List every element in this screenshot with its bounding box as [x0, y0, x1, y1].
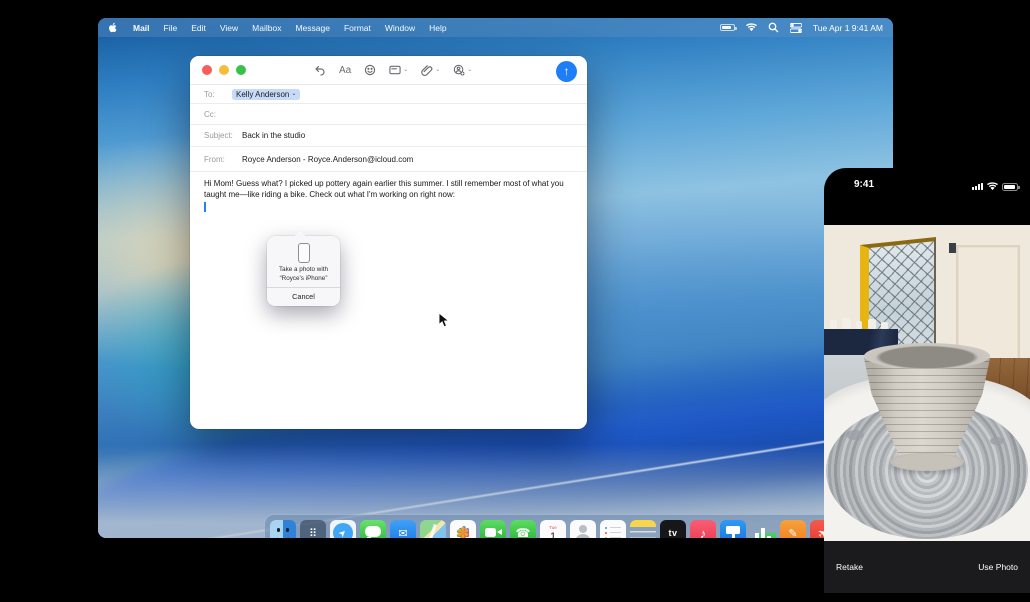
photo-clay-splatter: [846, 430, 864, 440]
popover-text: Take a photo with “Royce’s iPhone”: [267, 266, 340, 283]
dock-icon-launchpad[interactable]: ⠿: [300, 520, 326, 538]
to-field[interactable]: To: Kelly Anderson⌄: [190, 85, 587, 104]
menu-item-message[interactable]: Message: [295, 23, 330, 33]
iphone-wifi-icon: [987, 182, 998, 191]
subject-field[interactable]: Subject: Back in the studio: [190, 125, 587, 147]
dock-icon-messages[interactable]: [360, 520, 386, 538]
compose-toolbar: Aa ⌄ ⌄ ⌄ ↑: [190, 56, 587, 85]
attach-file-button[interactable]: ⌄: [421, 64, 440, 76]
zoom-window-button[interactable]: [236, 65, 246, 75]
header-fields-button[interactable]: ⌄: [389, 64, 408, 76]
from-label: From:: [204, 155, 232, 164]
menu-item-view[interactable]: View: [220, 23, 238, 33]
cellular-signal-icon: [972, 183, 983, 191]
message-body[interactable]: Hi Mom! Guess what? I picked up pottery …: [190, 172, 587, 200]
iphone-battery-icon: [1002, 183, 1018, 191]
emoji-button[interactable]: [364, 64, 376, 76]
dock-icon-contacts[interactable]: [570, 520, 596, 538]
cc-label: Cc:: [204, 110, 222, 119]
dock-icon-finder[interactable]: [270, 520, 296, 538]
dock-icon-music[interactable]: ♪: [690, 520, 716, 538]
dock-icon-tv[interactable]: tv: [660, 520, 686, 538]
window-controls: [202, 65, 246, 75]
iphone-outline-icon: [298, 243, 310, 263]
recipient-chevron-icon[interactable]: ⌄: [291, 91, 296, 97]
menu-item-file[interactable]: File: [164, 23, 178, 33]
iphone-status-icons: [972, 182, 1018, 191]
format-text-button[interactable]: Aa: [339, 65, 351, 76]
iphone-clock: 9:41: [854, 179, 874, 190]
wifi-icon[interactable]: [746, 23, 757, 32]
apple-menu-icon[interactable]: [108, 22, 119, 33]
photo-bowl-foot: [890, 453, 964, 471]
dock: ⠿➤✉✽☎Tue1tv♪✎✈A⚙↓: [264, 514, 893, 538]
menu-item-format[interactable]: Format: [344, 23, 371, 33]
camera-action-bar: Retake Use Photo: [824, 541, 1030, 593]
photo-bowl-rim: [864, 343, 990, 369]
menu-item-mail[interactable]: Mail: [133, 23, 150, 33]
send-button[interactable]: ↑: [556, 61, 577, 82]
dock-icon-phone[interactable]: ☎: [510, 520, 536, 538]
spotlight-search-icon[interactable]: [768, 22, 779, 33]
subject-value: Back in the studio: [242, 131, 305, 140]
menu-item-window[interactable]: Window: [385, 23, 415, 33]
cc-field[interactable]: Cc:: [190, 104, 587, 125]
dock-icon-photos[interactable]: ✽: [450, 520, 476, 538]
iphone-continuity-camera: 9:41 Retake Use Ph: [824, 168, 1030, 598]
photo-clay-splatter: [990, 437, 1004, 445]
mail-compose-window: Aa ⌄ ⌄ ⌄ ↑ To:: [190, 56, 587, 429]
use-photo-button[interactable]: Use Photo: [978, 562, 1018, 572]
mouse-cursor: [438, 312, 450, 329]
photo-small-ceramics: [826, 317, 896, 329]
insert-photo-button[interactable]: ⌄: [453, 64, 472, 76]
text-caret: [204, 202, 206, 212]
from-field[interactable]: From: Royce Anderson - Royce.Anderson@ic…: [190, 147, 587, 172]
undo-button[interactable]: [314, 64, 326, 76]
cancel-button[interactable]: Cancel: [267, 288, 340, 301]
control-center-icon[interactable]: [790, 23, 802, 33]
menu-bar: Mail File Edit View Mailbox Message Format Wind…: [98, 18, 893, 37]
menu-item-edit[interactable]: Edit: [191, 23, 206, 33]
compose-toolbar-icons: Aa ⌄ ⌄ ⌄: [314, 64, 472, 76]
close-window-button[interactable]: [202, 65, 212, 75]
dock-icon-numbers[interactable]: [750, 520, 776, 538]
dock-icon-reminders[interactable]: [600, 520, 626, 538]
battery-icon[interactable]: [720, 24, 735, 32]
to-label: To:: [204, 90, 222, 99]
dock-icon-facetime[interactable]: [480, 520, 506, 538]
screenshot-stage: Mail File Edit View Mailbox Message Format Wind…: [0, 0, 1030, 602]
menu-bar-left: Mail File Edit View Mailbox Message Format Wind…: [108, 22, 447, 33]
dock-icon-calendar[interactable]: Tue1: [540, 520, 566, 538]
dock-icon-maps[interactable]: [420, 520, 446, 538]
minimize-window-button[interactable]: [219, 65, 229, 75]
take-photo-popover: Take a photo with “Royce’s iPhone” Cance…: [267, 236, 340, 306]
iphone-status-bar: 9:41: [824, 168, 1030, 225]
dock-icon-pages[interactable]: ✎: [780, 520, 806, 538]
menu-item-mailbox[interactable]: Mailbox: [252, 23, 281, 33]
dock-icon-notes[interactable]: [630, 520, 656, 538]
menu-items: Mail File Edit View Mailbox Message Format Wind…: [133, 23, 447, 33]
menu-bar-status: Tue Apr 1 9:41 AM: [720, 22, 883, 33]
menu-bar-clock[interactable]: Tue Apr 1 9:41 AM: [813, 23, 883, 33]
from-value: Royce Anderson - Royce.Anderson@icloud.c…: [242, 155, 413, 164]
dock-icon-mail[interactable]: ✉: [390, 520, 416, 538]
recipient-token[interactable]: Kelly Anderson⌄: [232, 89, 300, 100]
subject-label: Subject:: [204, 131, 232, 140]
dock-icon-safari[interactable]: ➤: [330, 520, 356, 538]
dock-icon-keynote[interactable]: [720, 520, 746, 538]
menu-item-help[interactable]: Help: [429, 23, 446, 33]
camera-preview-photo: [824, 225, 1030, 541]
retake-button[interactable]: Retake: [836, 562, 863, 572]
